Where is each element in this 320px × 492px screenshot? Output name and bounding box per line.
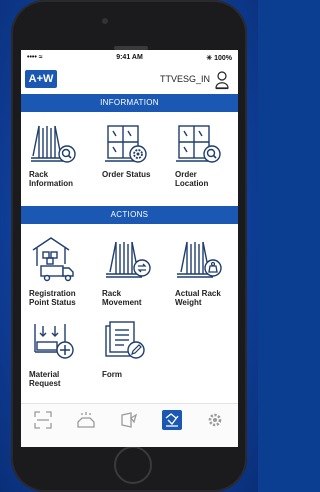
information-section-header: INFORMATION xyxy=(21,94,238,112)
tab-tray[interactable] xyxy=(76,410,96,430)
tile-label: Order Location xyxy=(175,170,209,188)
rack-exchange-icon xyxy=(106,241,151,278)
app-screen: •••• ≈ 9:41 AM ✳ 100% A+W TTVESG_IN INFO… xyxy=(21,50,238,447)
order-location-tile[interactable]: Order Location xyxy=(175,122,238,200)
tile-label: Rack Movement xyxy=(102,289,142,307)
rack-weight-icon xyxy=(177,241,222,278)
rack-movement-tile[interactable]: Rack Movement xyxy=(102,234,172,312)
order-status-tile[interactable]: Order Status xyxy=(102,122,172,200)
tab-rack-tag[interactable] xyxy=(119,410,139,430)
tile-label: Registration Point Status xyxy=(29,289,76,307)
username: TTVESG_IN xyxy=(159,74,210,84)
tab-settings[interactable] xyxy=(205,410,225,430)
battery-indicator: ✳ 100% xyxy=(206,55,232,62)
tile-label: Order Status xyxy=(102,170,151,179)
tile-label: Form xyxy=(102,370,122,379)
actions-section-header: ACTIONS xyxy=(21,206,238,224)
rack-search-icon xyxy=(31,125,76,163)
tab-bar xyxy=(21,403,238,436)
home-check-icon xyxy=(165,413,179,427)
scan-icon xyxy=(34,411,52,429)
tile-label: Actual Rack Weight xyxy=(175,289,221,307)
rack-information-tile[interactable]: Rack Information xyxy=(29,122,99,200)
home-button[interactable] xyxy=(114,446,152,484)
window-gear-icon xyxy=(105,125,147,163)
user-profile-icon[interactable] xyxy=(214,70,230,95)
gear-icon xyxy=(208,413,222,427)
status-bar: •••• ≈ 9:41 AM ✳ 100% xyxy=(21,50,238,66)
window-search-icon xyxy=(176,125,221,163)
tile-label: Material Request xyxy=(29,370,61,388)
camera xyxy=(102,18,108,24)
rack-tag-icon xyxy=(121,412,138,428)
actual-rack-weight-tile[interactable]: Actual Rack Weight xyxy=(175,234,238,312)
screen-bottom xyxy=(21,435,238,447)
app-header: A+W TTVESG_IN xyxy=(21,66,238,94)
registration-point-status-tile[interactable]: Registration Point Status xyxy=(29,234,99,312)
truck-warehouse-icon xyxy=(32,237,74,282)
material-request-tile[interactable]: Material Request xyxy=(29,320,99,398)
tab-home-check[interactable] xyxy=(162,410,182,430)
app-logo: A+W xyxy=(25,70,57,88)
material-add-icon xyxy=(34,324,74,359)
tray-icon xyxy=(77,412,95,428)
tile-label: Rack Information xyxy=(29,170,73,188)
form-tile[interactable]: Form xyxy=(102,320,172,398)
form-edit-icon xyxy=(105,321,145,359)
tab-scan[interactable] xyxy=(33,410,53,430)
